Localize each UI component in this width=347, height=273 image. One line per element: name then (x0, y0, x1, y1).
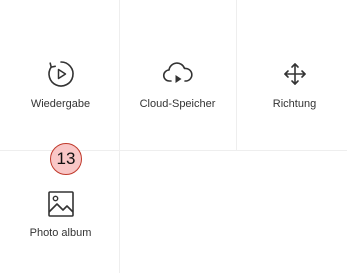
photo-album-icon (45, 188, 77, 220)
playback-icon (45, 58, 77, 90)
menu-item-label: Wiedergabe (30, 98, 91, 110)
menu-item-label: Cloud-Speicher (139, 98, 216, 110)
grid-divider (119, 150, 120, 273)
annotation-badge: 13 (50, 143, 82, 175)
move-arrows-icon (279, 58, 311, 90)
menu-item-label: Photo album (29, 227, 92, 239)
menu-item-label: Richtung (272, 98, 317, 110)
cloud-play-icon (162, 58, 194, 90)
menu-item-wiedergabe[interactable]: Wiedergabe (2, 30, 119, 150)
menu-item-richtung[interactable]: Richtung (236, 30, 347, 150)
menu-item-cloud-speicher[interactable]: Cloud-Speicher (119, 30, 236, 150)
menu-grid: Wiedergabe Cloud-Speicher Richtung Photo… (0, 0, 347, 273)
